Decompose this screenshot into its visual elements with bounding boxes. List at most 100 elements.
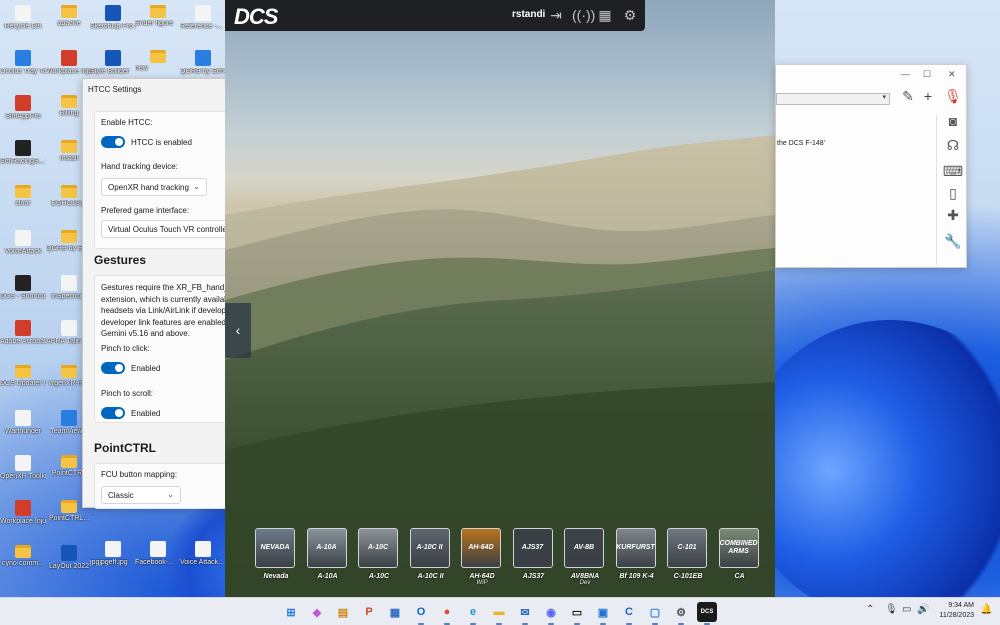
close-icon[interactable]: ✕ <box>948 69 956 80</box>
module-badge: A-10C II <box>409 528 450 568</box>
pointctrl-heading: PointCTRL <box>94 441 156 455</box>
maximize-icon[interactable]: ☐ <box>923 69 931 80</box>
profile-dropdown[interactable]: ▾ <box>776 93 890 105</box>
desktop-icon-label: Workplace Injury Pack <box>46 68 92 75</box>
window-icon[interactable]: ▢ <box>645 602 665 625</box>
desktop-icon[interactable]: apache <box>46 2 92 47</box>
desktop-icon[interactable]: Workplace Injury Repo... <box>0 497 46 542</box>
chevron-up-icon[interactable]: ⌃ <box>866 604 874 615</box>
fcu-mapping-select[interactable]: Classic ⌄ <box>101 486 181 504</box>
module-name: AH-64D <box>469 573 495 580</box>
enable-label: Enable HTCC: <box>101 118 153 127</box>
settings-icon[interactable]: ⚙ <box>671 602 691 625</box>
desktop-icon[interactable]: cyno-comm... <box>0 542 46 587</box>
desktop-icon[interactable]: Oculus Tray Tool <box>0 47 46 92</box>
edge-icon[interactable]: e <box>463 602 483 625</box>
desktop-icon[interactable]: Adobe Acrobat DC <box>0 317 46 362</box>
desktop-icon[interactable]: DCS Updater Utility Unlin... <box>0 362 46 407</box>
module-badge: AH-64D <box>461 528 501 568</box>
desktop-icon[interactable]: Reference -... <box>180 2 226 47</box>
dcs-icon[interactable]: DCS <box>697 602 717 625</box>
module-tile[interactable]: NEVADA Nevada <box>255 528 297 580</box>
ccleaner-icon[interactable]: C <box>619 602 639 625</box>
module-tile[interactable]: A-10C II A-10C II <box>409 528 452 580</box>
desktop-icon[interactable]: Facebook-... <box>135 538 181 583</box>
headphones-icon[interactable]: ☊ <box>939 137 967 154</box>
previous-arrow-button[interactable]: ‹ <box>225 303 251 358</box>
notification-bell-icon[interactable]: 🔔 <box>980 604 992 615</box>
username[interactable]: rstandi <box>512 9 545 20</box>
module-tile[interactable]: AV-8B AV8BNA Dev <box>564 528 606 586</box>
gear-icon[interactable]: ⚙ <box>622 7 638 23</box>
module-tile[interactable]: A-10A A-10A <box>306 528 349 580</box>
pinch-click-toggle[interactable] <box>101 362 125 374</box>
module-carousel: NEVADA Nevada A-10A A-10A A-10C A-10C A-10C II… <box>255 528 775 597</box>
dcs-window: DCS rstandi ⇥ ((·)) ▦ ⚙ ‹ NEVADA Nevada A-… <box>225 0 775 597</box>
start-icon[interactable]: ⊞ <box>281 602 301 622</box>
grid-menu-icon[interactable]: ▦ <box>597 7 613 23</box>
clock[interactable]: 9:34 AM 11/28/2023 <box>938 601 974 621</box>
desktop-icon[interactable]: Voice Attack... <box>180 538 226 583</box>
store-icon[interactable]: ▣ <box>593 602 613 625</box>
microphone-icon[interactable]: 🎙 <box>885 604 898 615</box>
desktop-icon[interactable]: Recycle Bin <box>0 2 46 47</box>
microphone-icon[interactable]: 🎙 <box>939 88 967 105</box>
mouse-icon[interactable]: ▯ <box>939 185 967 202</box>
volume-icon[interactable]: 🔊 <box>917 604 929 615</box>
chevron-down-icon: ⌄ <box>167 490 174 499</box>
network-icon[interactable]: ((·)) <box>572 7 595 23</box>
module-tile[interactable]: C-101 C-101EB <box>667 528 709 580</box>
module-tile[interactable]: KURFURST Bf 109 K-4 <box>615 528 658 580</box>
desktop-icon-label: Warthunder <box>4 428 42 435</box>
desktop-icon-label: DCS Updater Utility Unlin... <box>0 380 46 387</box>
wrench-icon[interactable]: 🔧 <box>939 233 967 250</box>
copilot-icon[interactable]: ◆ <box>307 602 327 622</box>
desktop-icon[interactable]: DCS - Shortcut <box>0 272 46 317</box>
gear-icon <box>195 541 211 557</box>
device-label: Hand tracking device: <box>101 162 178 171</box>
sketchup-icon <box>105 5 121 21</box>
calculator-icon[interactable]: ▦ <box>385 602 405 622</box>
desktop-icon-label: cloor <box>15 200 31 207</box>
desktop-icon[interactable]: SimAppPro <box>0 92 46 137</box>
chrome-icon[interactable]: ● <box>437 602 457 625</box>
keyboard-icon[interactable]: ⌨ <box>939 163 967 180</box>
desktop-icon-label: LayOut 2022 <box>48 563 90 570</box>
module-status: Dev <box>579 580 591 586</box>
module-tile[interactable]: A-10C A-10C <box>358 528 400 580</box>
pinch-scroll-toggle[interactable] <box>101 407 125 419</box>
gamepad-icon[interactable]: ✚ <box>939 207 967 224</box>
desktop-icon[interactable]: SimRacingS... 2.0 <box>0 137 46 182</box>
mail-icon[interactable]: ✉ <box>515 602 535 625</box>
desktop-icon[interactable]: LayOut 2022 <box>46 542 92 587</box>
terminal-icon[interactable]: ▤ <box>333 602 353 622</box>
logout-icon[interactable]: ⇥ <box>548 7 564 23</box>
module-tile[interactable]: AJS37 AJS37 <box>512 528 555 580</box>
module-badge: COMBINED ARMS <box>718 528 759 568</box>
hand-tracking-device-select[interactable]: OpenXR hand tracking ⌄ <box>101 178 207 196</box>
desktop-icon[interactable]: Warthunder <box>0 407 46 452</box>
desktop-icon[interactable]: OpenXR Toolkit Co... <box>0 452 46 497</box>
stop-icon[interactable]: ◙ <box>939 113 967 129</box>
module-tile[interactable]: AH-64D AH-64D WIP <box>461 528 503 586</box>
add-icon[interactable]: + <box>914 88 942 104</box>
powerpoint-icon[interactable]: P <box>359 602 379 622</box>
minimize-icon[interactable]: — <box>901 69 910 79</box>
module-tile[interactable]: COMBINED ARMS CA <box>718 528 761 580</box>
outlook-icon[interactable]: O <box>411 602 431 625</box>
game-interface-select[interactable]: Virtual Oculus Touch VR controllers <box>101 220 241 238</box>
log-message: the DCS F-148' <box>777 140 826 147</box>
desktop-icon[interactable]: cloor <box>0 182 46 227</box>
file-explorer-icon[interactable]: ▬ <box>489 602 509 625</box>
discord-icon[interactable]: ◉ <box>541 602 561 625</box>
desktop-icon[interactable]: SketchUp Pro 2022 <box>90 2 136 47</box>
display-icon[interactable]: ▭ <box>902 604 911 615</box>
desktop-icon[interactable]: jpgjpgeff.jpg <box>90 538 136 583</box>
chevron-down-icon: ⌄ <box>193 182 200 191</box>
fcu-label: FCU button mapping: <box>101 470 178 479</box>
folder-icon <box>61 140 77 153</box>
enable-htcc-toggle[interactable] <box>101 136 125 148</box>
oculus-icon[interactable]: ▭ <box>567 602 587 625</box>
desktop-icon[interactable]: VoiceAttack <box>0 227 46 272</box>
desktop-icon[interactable]: Ender figure <box>135 2 181 47</box>
